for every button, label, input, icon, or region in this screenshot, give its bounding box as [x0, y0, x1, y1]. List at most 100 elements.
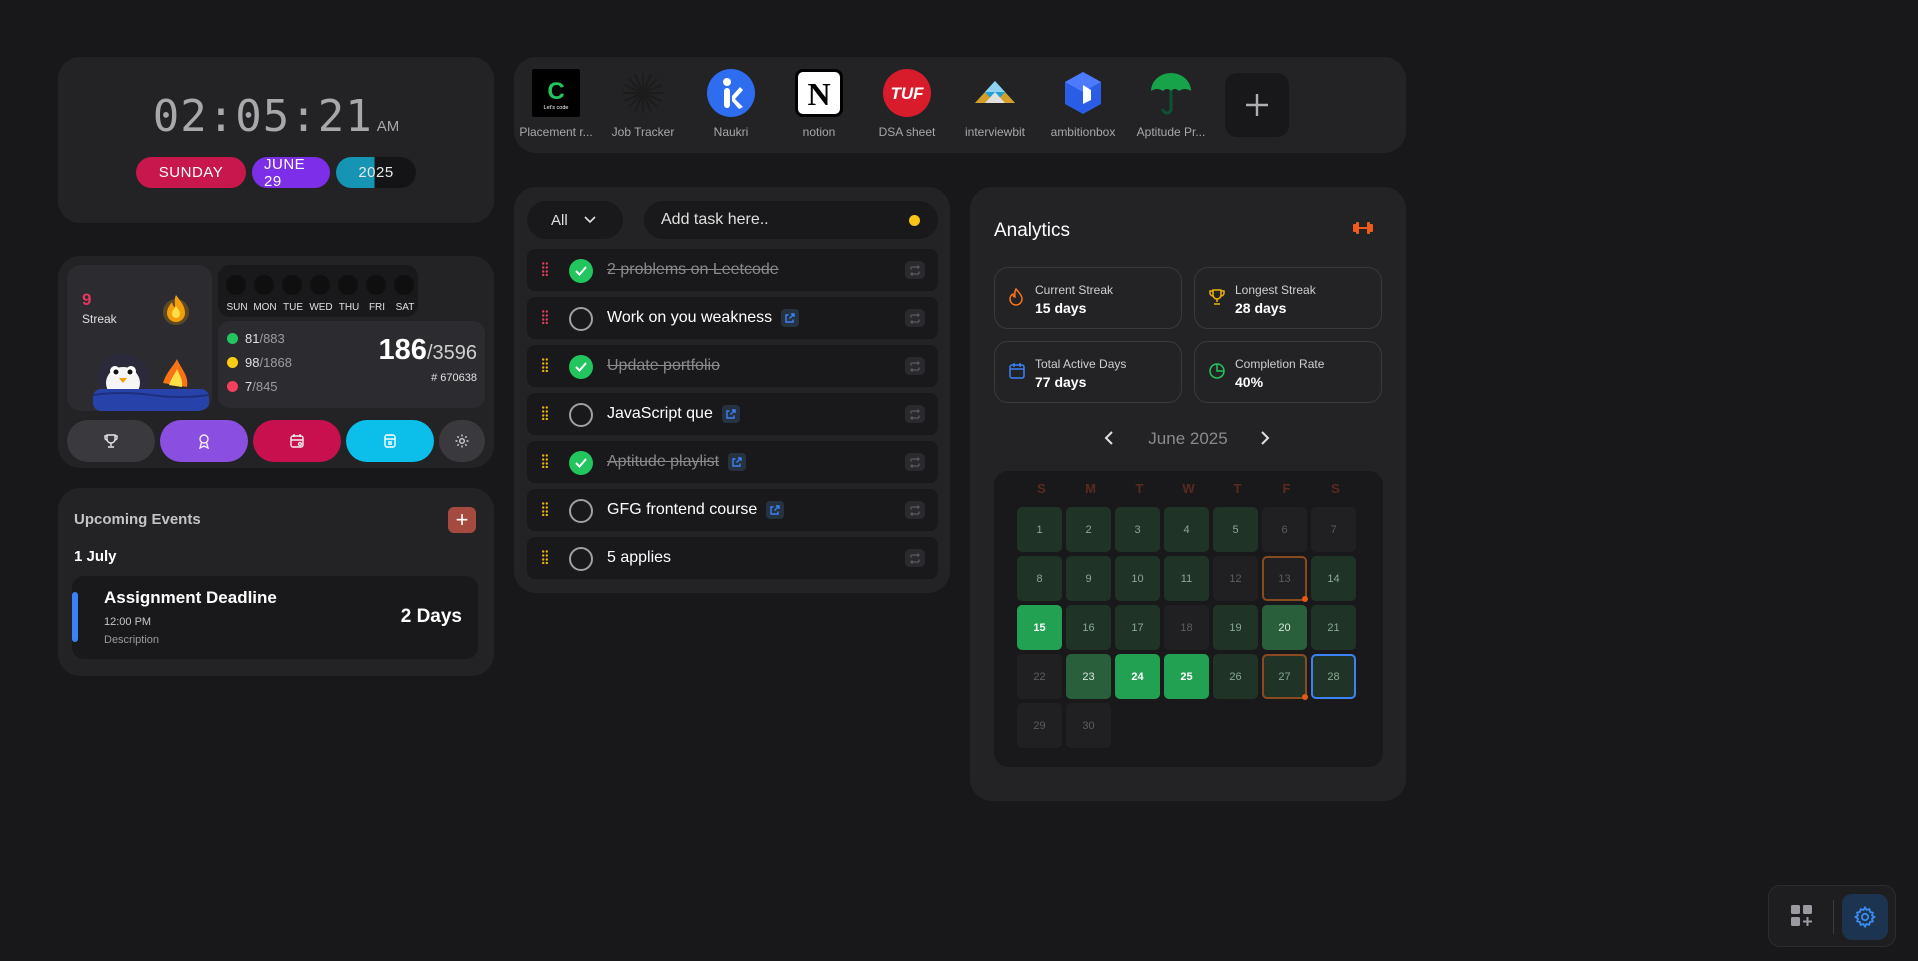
- calendar-day[interactable]: 6: [1262, 507, 1307, 552]
- calendar-day[interactable]: 25: [1164, 654, 1209, 699]
- event-accent-bar: [72, 592, 78, 642]
- task-input[interactable]: Add task here..: [644, 201, 938, 239]
- shortcut-aptitude[interactable]: Aptitude Pr...: [1129, 69, 1213, 139]
- calendar-day[interactable]: 2: [1066, 507, 1111, 552]
- calendar-day[interactable]: 17: [1115, 605, 1160, 650]
- total-active-days-card: Total Active Days 77 days: [994, 341, 1182, 403]
- task-checkbox[interactable]: [569, 547, 593, 571]
- drag-handle-icon[interactable]: [542, 310, 548, 324]
- calendar-day[interactable]: 11: [1164, 556, 1209, 601]
- repeat-icon: [910, 408, 920, 420]
- external-link-icon: [732, 457, 742, 467]
- drag-handle-icon[interactable]: [542, 406, 548, 420]
- task-item[interactable]: 5 applies: [527, 537, 938, 579]
- calendar-button[interactable]: [253, 420, 341, 462]
- repeat-button[interactable]: [905, 453, 925, 471]
- repeat-button[interactable]: [905, 501, 925, 519]
- calendar-day[interactable]: 22: [1017, 654, 1062, 699]
- add-widget-icon[interactable]: [1791, 905, 1813, 927]
- calendar-day[interactable]: 19: [1213, 605, 1258, 650]
- task-checkbox[interactable]: [569, 259, 593, 283]
- repeat-icon: [910, 504, 920, 516]
- drag-handle-icon[interactable]: [542, 454, 548, 468]
- shortcut-naukri[interactable]: Naukri: [689, 69, 773, 139]
- repeat-button[interactable]: [905, 549, 925, 567]
- chevron-right-icon[interactable]: [1260, 430, 1270, 446]
- task-item[interactable]: JavaScript que: [527, 393, 938, 435]
- dumbbell-icon[interactable]: [1352, 220, 1374, 236]
- shortcut-label: Job Tracker: [611, 125, 675, 139]
- calendar-day[interactable]: 12: [1213, 556, 1258, 601]
- add-event-button[interactable]: +: [448, 507, 476, 533]
- calendar-day[interactable]: 8: [1017, 556, 1062, 601]
- repeat-button[interactable]: [905, 309, 925, 327]
- weekday-head: S: [1331, 481, 1340, 496]
- notes-icon: [384, 434, 396, 448]
- shortcut-job-tracker[interactable]: Job Tracker: [601, 69, 685, 139]
- calendar-day[interactable]: 27: [1262, 654, 1308, 700]
- calendar-day[interactable]: 16: [1066, 605, 1111, 650]
- calendar-day[interactable]: 13: [1262, 556, 1308, 602]
- task-checkbox[interactable]: [569, 355, 593, 379]
- task-item[interactable]: GFG frontend course: [527, 489, 938, 531]
- external-link-button[interactable]: [721, 405, 740, 423]
- task-checkbox[interactable]: [569, 499, 593, 523]
- calendar-day[interactable]: 3: [1115, 507, 1160, 552]
- drag-handle-icon[interactable]: [542, 550, 548, 564]
- settings-button[interactable]: [439, 420, 485, 462]
- task-checkbox[interactable]: [569, 403, 593, 427]
- settings-button[interactable]: [1842, 894, 1888, 940]
- notes-button[interactable]: [346, 420, 434, 462]
- calendar-day[interactable]: 29: [1017, 703, 1062, 748]
- trophy-button[interactable]: [67, 420, 155, 462]
- coding-stats-widget: 9 Streak SUN MON TUE WED THU FRI SAT 81/…: [58, 256, 494, 468]
- calendar-day[interactable]: 28: [1311, 654, 1356, 699]
- calendar-day[interactable]: 4: [1164, 507, 1209, 552]
- task-item[interactable]: 2 problems on Leetcode: [527, 249, 938, 291]
- repeat-button[interactable]: [905, 357, 925, 375]
- shortcut-interviewbit[interactable]: interviewbit: [953, 69, 1037, 139]
- calendar-day[interactable]: 10: [1115, 556, 1160, 601]
- task-item[interactable]: Aptitude playlist: [527, 441, 938, 483]
- external-link-button[interactable]: [781, 309, 800, 327]
- drag-handle-icon[interactable]: [542, 358, 548, 372]
- priority-dot[interactable]: [909, 215, 920, 226]
- calendar-day[interactable]: 21: [1311, 605, 1356, 650]
- calendar-day[interactable]: 24: [1115, 654, 1160, 699]
- calendar-day[interactable]: 26: [1213, 654, 1258, 699]
- calendar-day[interactable]: 5: [1213, 507, 1258, 552]
- repeat-button[interactable]: [905, 261, 925, 279]
- calendar-day[interactable]: 9: [1066, 556, 1111, 601]
- task-checkbox[interactable]: [569, 307, 593, 331]
- task-item[interactable]: Update portfolio: [527, 345, 938, 387]
- weekday-head: T: [1135, 481, 1144, 496]
- calendar-day[interactable]: 7: [1311, 507, 1356, 552]
- calendar-day[interactable]: 1: [1017, 507, 1062, 552]
- drag-handle-icon[interactable]: [542, 262, 548, 276]
- external-link-button[interactable]: [766, 501, 785, 519]
- task-filter-select[interactable]: All: [527, 201, 623, 239]
- year-pill: 2025: [336, 157, 416, 188]
- calendar-day[interactable]: 18: [1164, 605, 1209, 650]
- repeat-button[interactable]: [905, 405, 925, 423]
- add-shortcut-button[interactable]: [1225, 73, 1289, 137]
- task-checkbox[interactable]: [569, 451, 593, 475]
- drag-handle-icon[interactable]: [542, 502, 548, 516]
- calendar-day-number: 28: [1327, 670, 1340, 683]
- badges-button[interactable]: [160, 420, 248, 462]
- calendar-day[interactable]: 15: [1017, 605, 1062, 650]
- calendar-day[interactable]: 23: [1066, 654, 1111, 699]
- stat-label: Current Streak: [1035, 283, 1114, 297]
- calendar-day[interactable]: 14: [1311, 556, 1356, 601]
- shortcut-dsa-sheet[interactable]: TUF DSA sheet: [865, 69, 949, 139]
- shortcut-placement[interactable]: C Let's code Placement r...: [514, 69, 598, 139]
- shortcut-notion[interactable]: N notion: [777, 69, 861, 139]
- hard-bullet: [227, 381, 238, 392]
- calendar-day[interactable]: 30: [1066, 703, 1111, 748]
- events-date: 1 July: [74, 548, 117, 565]
- shortcut-ambitionbox[interactable]: ambitionbox: [1041, 69, 1125, 139]
- calendar-day[interactable]: 20: [1262, 605, 1307, 650]
- task-item[interactable]: Work on you weakness: [527, 297, 938, 339]
- event-item[interactable]: Assignment Deadline 12:00 PM Description…: [72, 576, 478, 659]
- external-link-button[interactable]: [728, 453, 747, 471]
